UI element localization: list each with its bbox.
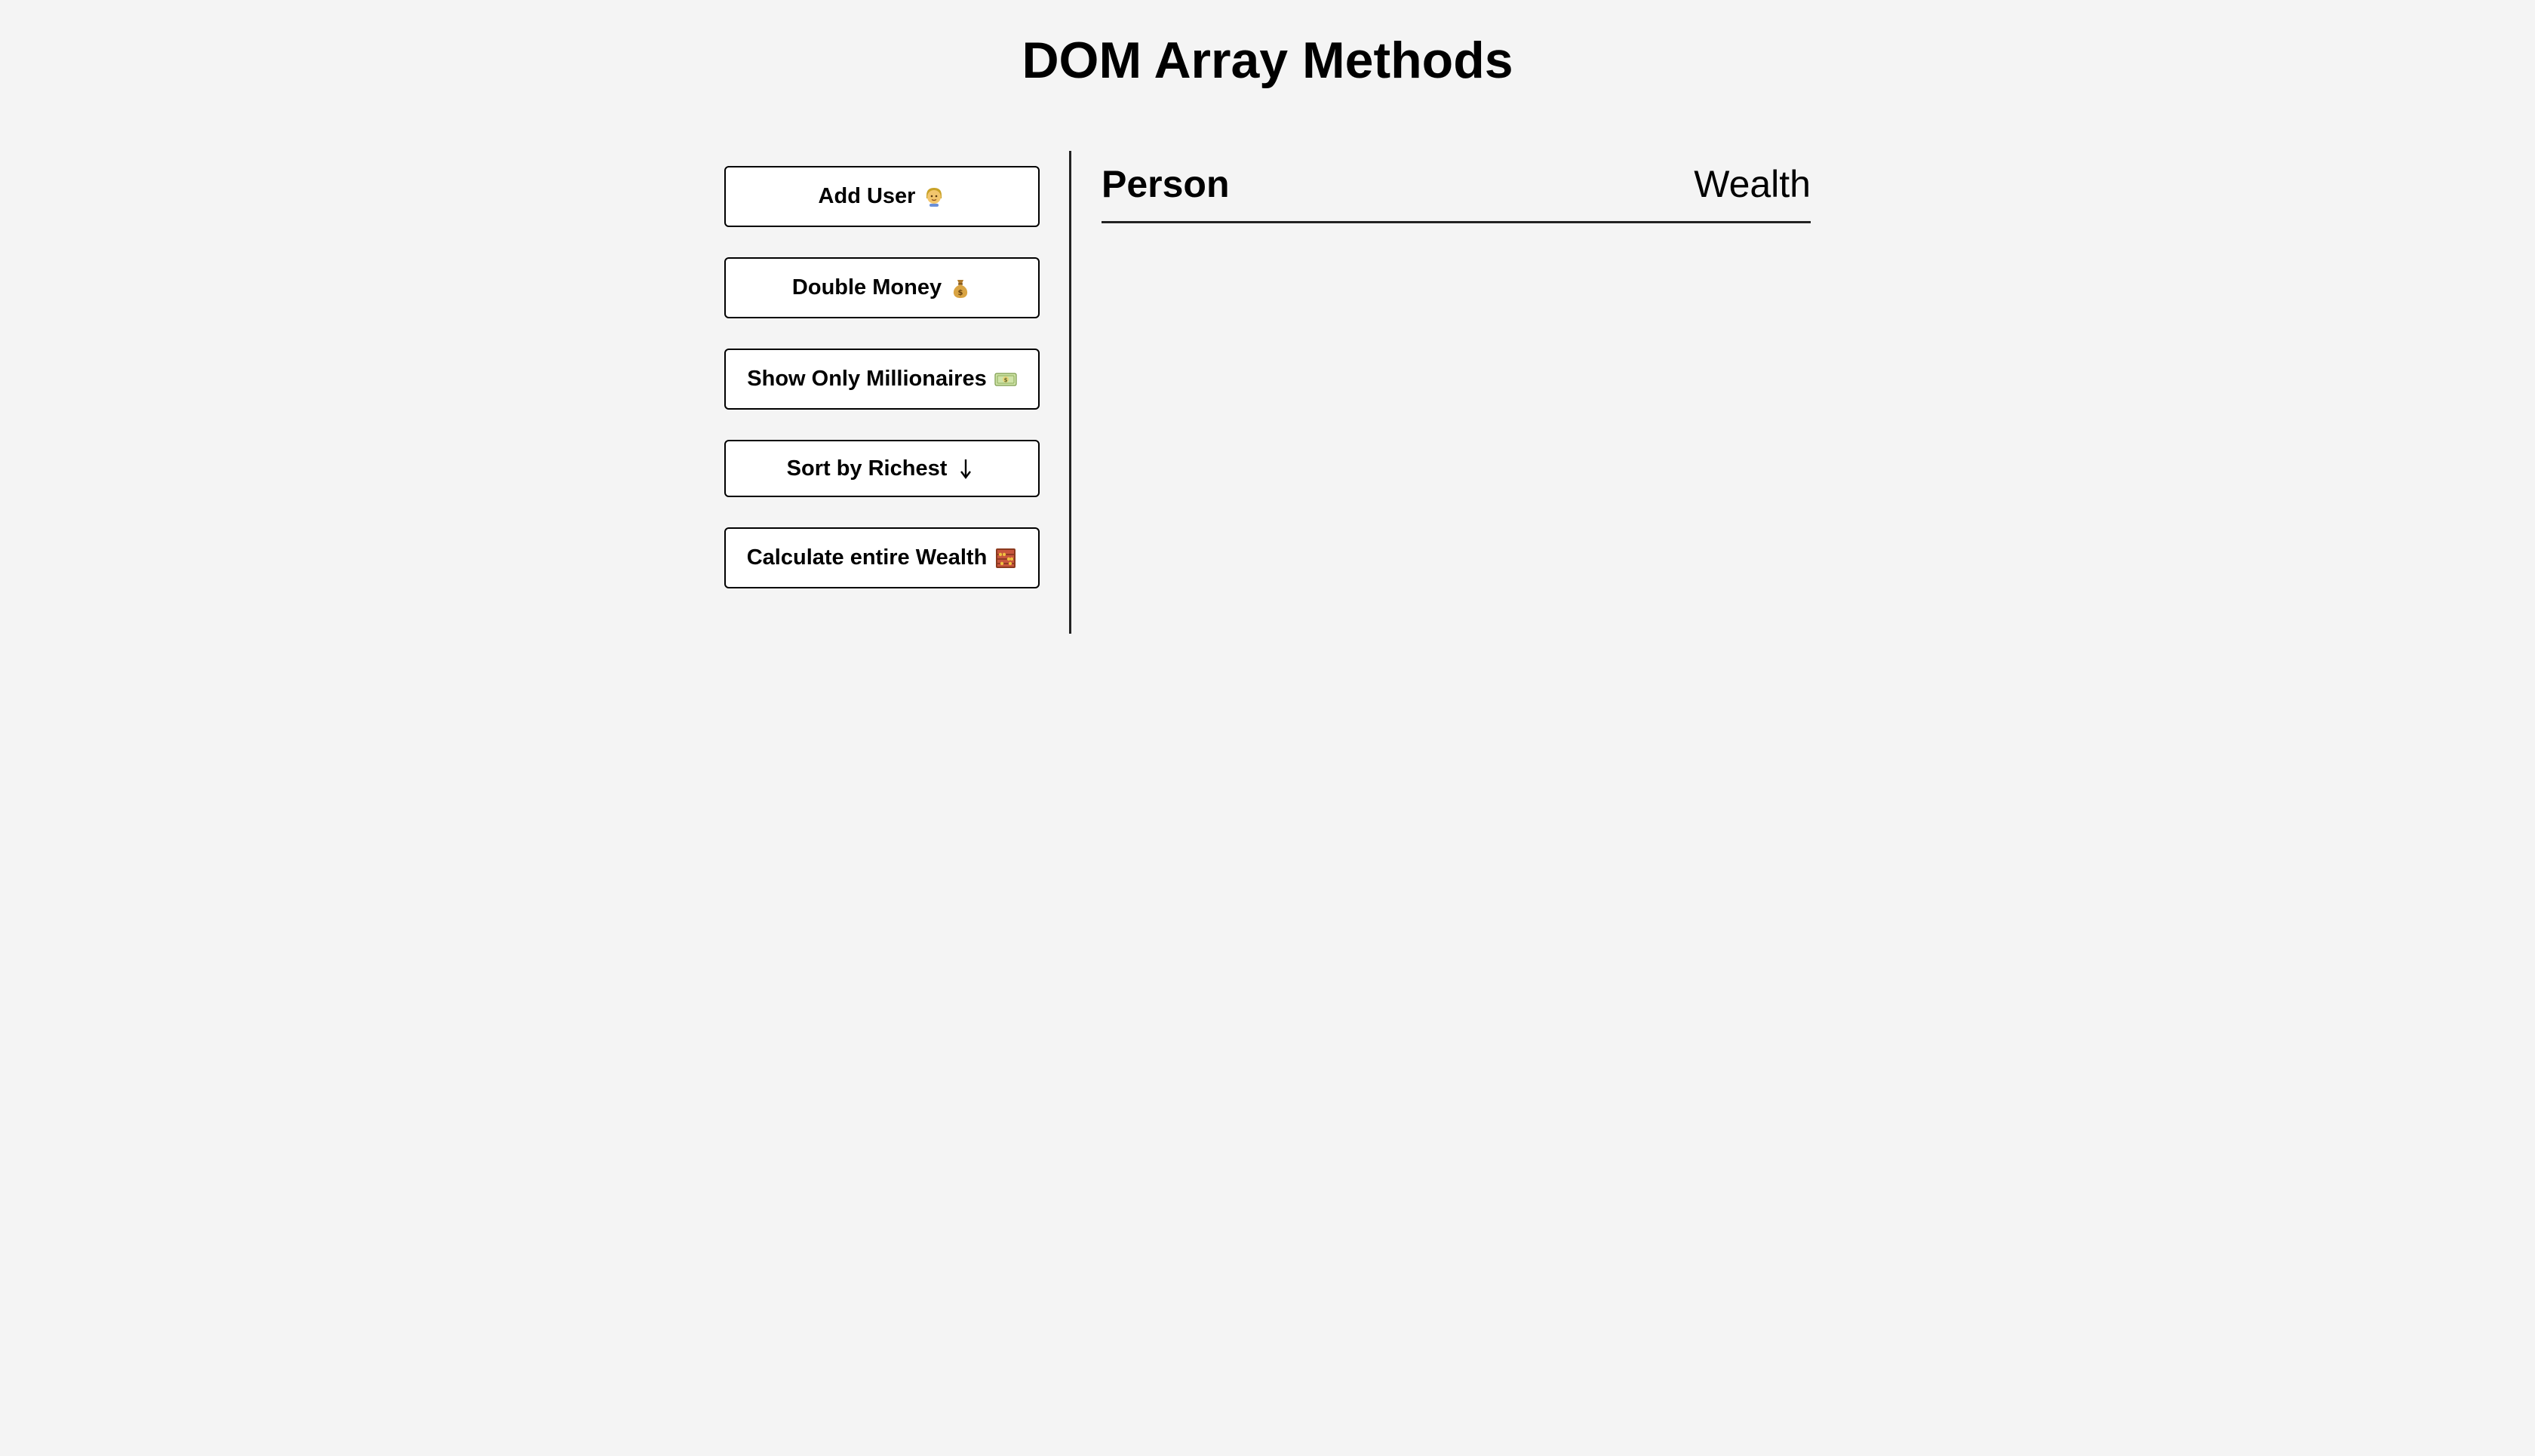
calculate-wealth-button[interactable]: Calculate entire Wealth <box>724 527 1040 588</box>
calculate-wealth-label: Calculate entire Wealth <box>746 545 988 570</box>
double-money-button[interactable]: Double Money $ <box>724 257 1040 318</box>
svg-text:$: $ <box>1003 377 1007 383</box>
vertical-divider <box>1069 151 1071 634</box>
down-arrow-icon <box>954 457 977 480</box>
person-emoji-icon <box>923 186 945 208</box>
page-title: DOM Array Methods <box>1022 32 1513 89</box>
sort-richest-button[interactable]: Sort by Richest <box>724 440 1040 497</box>
money-bag-icon: $ <box>949 277 972 299</box>
wealth-column-header: Wealth <box>1694 163 1811 205</box>
svg-text:$: $ <box>958 289 963 297</box>
double-money-label: Double Money <box>791 275 942 299</box>
wealth-table: Person Wealth <box>1102 151 1811 223</box>
add-user-label: Add User <box>818 184 916 208</box>
page: DOM Array Methods Add User Double Money <box>0 0 2535 1456</box>
abacus-icon <box>994 547 1017 570</box>
show-millionaires-button[interactable]: Show Only Millionaires $ <box>724 349 1040 410</box>
show-millionaires-label: Show Only Millionaires <box>747 367 987 391</box>
person-column-header: Person <box>1102 163 1230 205</box>
dollar-banknote-icon: $ <box>994 368 1017 391</box>
add-user-button[interactable]: Add User <box>724 166 1040 227</box>
controls-panel: Add User Double Money $ Show Only Millio… <box>724 151 1040 634</box>
sort-richest-label: Sort by Richest <box>786 456 948 481</box>
table-header: Person Wealth <box>1102 151 1811 223</box>
